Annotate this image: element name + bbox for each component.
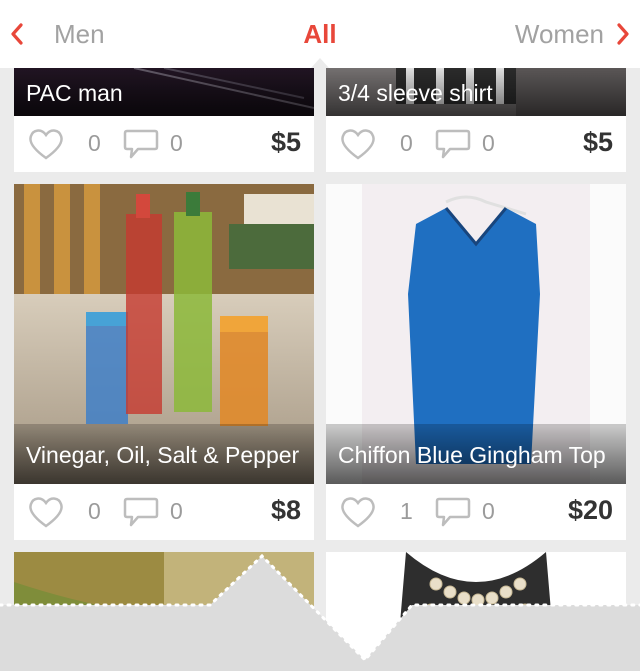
item-photo[interactable]: Vinegar, Oil, Salt & Pepper — [14, 184, 314, 484]
item-card[interactable]: 3/4 sleeve shirt 0 0 $5 — [326, 68, 626, 172]
tab-indicator-notch — [311, 58, 329, 68]
item-price: $8 — [270, 495, 301, 525]
bottom-overlay-shape — [0, 553, 640, 671]
like-count: 0 — [88, 130, 101, 156]
item-photo[interactable]: Chiffon Blue Gingham Top — [326, 184, 626, 484]
chevron-right-icon[interactable] — [610, 22, 634, 46]
heart-icon[interactable] — [340, 128, 376, 160]
item-card[interactable]: Vinegar, Oil, Salt & Pepper 0 0 $8 — [14, 184, 314, 540]
heart-icon[interactable] — [28, 496, 64, 528]
like-count: 0 — [400, 130, 413, 156]
tab-women[interactable]: Women — [515, 18, 604, 50]
item-title: Vinegar, Oil, Salt & Pepper — [14, 426, 314, 484]
item-stats: 0 0 $8 — [14, 484, 314, 540]
item-price: $5 — [582, 127, 613, 157]
item-photo[interactable]: PAC man — [14, 68, 314, 116]
comment-bubble-icon[interactable] — [434, 128, 472, 162]
comment-bubble-icon[interactable] — [122, 128, 160, 162]
item-card[interactable]: Chiffon Blue Gingham Top 1 0 $20 — [326, 184, 626, 540]
heart-icon[interactable] — [340, 496, 376, 528]
item-price: $20 — [567, 495, 613, 525]
item-title: PAC man — [14, 68, 314, 116]
like-count: 0 — [88, 498, 101, 524]
item-price: $5 — [270, 127, 301, 157]
comment-bubble-icon[interactable] — [122, 496, 160, 530]
item-stats: 1 0 $20 — [326, 484, 626, 540]
item-card[interactable]: PAC man 0 0 $5 — [14, 68, 314, 172]
heart-icon[interactable] — [28, 128, 64, 160]
comment-count: 0 — [482, 130, 495, 156]
item-title: 3/4 sleeve shirt — [326, 68, 626, 116]
comment-bubble-icon[interactable] — [434, 496, 472, 530]
item-stats: 0 0 $5 — [326, 116, 626, 172]
comment-count: 0 — [170, 130, 183, 156]
category-header: Men All Women — [0, 0, 640, 68]
item-stats: 0 0 $5 — [14, 116, 314, 172]
comment-count: 0 — [482, 498, 495, 524]
item-photo[interactable]: 3/4 sleeve shirt — [326, 68, 626, 116]
like-count: 1 — [400, 498, 413, 524]
comment-count: 0 — [170, 498, 183, 524]
item-title: Chiffon Blue Gingham Top — [326, 426, 626, 484]
